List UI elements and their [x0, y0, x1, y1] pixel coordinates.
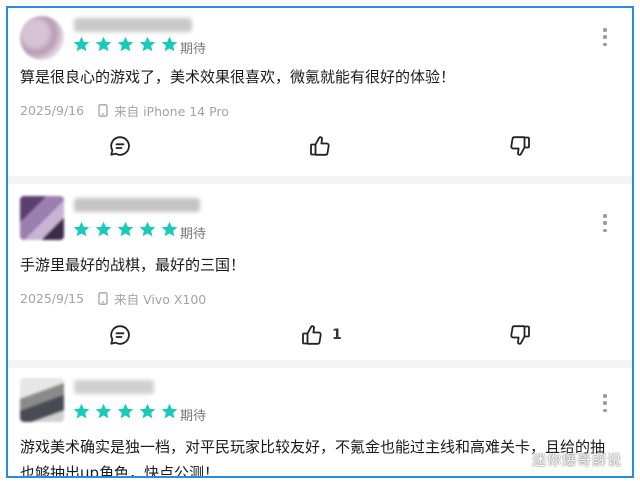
thumbs-up-icon — [300, 323, 324, 347]
review-status: 期待 — [180, 42, 207, 57]
star-icon — [138, 220, 157, 239]
star-icon — [116, 220, 135, 239]
star-icon — [116, 35, 135, 54]
like-count: 1 — [332, 327, 342, 343]
username-blurred[interactable] — [74, 198, 200, 212]
more-vertical-icon[interactable] — [600, 394, 610, 412]
phone-icon — [98, 104, 108, 117]
review-card: 期待 算是很良心的游戏了，美术效果很喜欢，微氪就能有很好的体验！ 2025/9/… — [8, 8, 632, 176]
avatar[interactable] — [20, 16, 64, 60]
more-vertical-icon[interactable] — [600, 28, 610, 46]
comment-icon — [108, 134, 132, 158]
review-date: 2025/9/16 — [20, 103, 85, 118]
star-icon — [94, 220, 113, 239]
star-icon — [94, 35, 113, 54]
review-text: 游戏美术确实是独一档，对平民玩家比较友好，不氪金也能过主线和高难关卡，且给的抽也… — [20, 438, 606, 478]
review-text: 算是很良心的游戏了，美术效果很喜欢，微氪就能有很好的体验！ — [20, 68, 456, 86]
reviews-panel: 期待 算是很良心的游戏了，美术效果很喜欢，微氪就能有很好的体验！ 2025/9/… — [6, 6, 634, 478]
thumbs-down-icon — [508, 134, 532, 158]
review-status: 期待 — [180, 409, 207, 424]
like-button[interactable] — [308, 132, 340, 160]
star-icon — [72, 220, 91, 239]
review-meta: 2025/9/15 来自 Vivo X100 — [20, 289, 206, 308]
avatar[interactable] — [20, 378, 64, 422]
star-icon — [72, 35, 91, 54]
review-device: 来自 Vivo X100 — [114, 292, 207, 307]
comment-button[interactable] — [108, 321, 132, 349]
watermark: 迷你爆哥解说 — [532, 453, 622, 469]
star-icon — [94, 402, 113, 421]
more-vertical-icon[interactable] — [600, 214, 610, 232]
username-blurred[interactable] — [74, 380, 154, 394]
review-text: 手游里最好的战棋，最好的三国！ — [20, 256, 246, 274]
star-icon — [116, 402, 135, 421]
star-icon — [72, 402, 91, 421]
comment-button[interactable] — [108, 132, 132, 160]
review-card: 期待 手游里最好的战棋，最好的三国！ 2025/9/15 来自 Vivo X10… — [8, 184, 632, 360]
thumbs-down-icon — [508, 323, 532, 347]
thumbs-up-icon — [308, 134, 332, 158]
review-device: 来自 iPhone 14 Pro — [114, 104, 229, 119]
rating-stars — [72, 35, 179, 54]
review-date: 2025/9/15 — [20, 291, 85, 306]
rating-stars — [72, 402, 179, 421]
divider — [8, 176, 632, 184]
star-icon — [160, 402, 179, 421]
like-button[interactable]: 1 — [300, 321, 342, 349]
comment-icon — [108, 323, 132, 347]
dislike-button[interactable] — [508, 321, 532, 349]
rating-stars — [72, 220, 179, 239]
review-meta: 2025/9/16 来自 iPhone 14 Pro — [20, 101, 229, 120]
star-icon — [138, 402, 157, 421]
star-icon — [160, 220, 179, 239]
review-actions: 1 — [8, 321, 632, 349]
dislike-button[interactable] — [508, 132, 532, 160]
star-icon — [160, 35, 179, 54]
review-status: 期待 — [180, 227, 207, 242]
avatar[interactable] — [20, 196, 64, 240]
username-blurred[interactable] — [74, 18, 192, 32]
phone-icon — [98, 292, 108, 305]
star-icon — [138, 35, 157, 54]
review-actions — [8, 132, 632, 160]
divider — [8, 360, 632, 368]
